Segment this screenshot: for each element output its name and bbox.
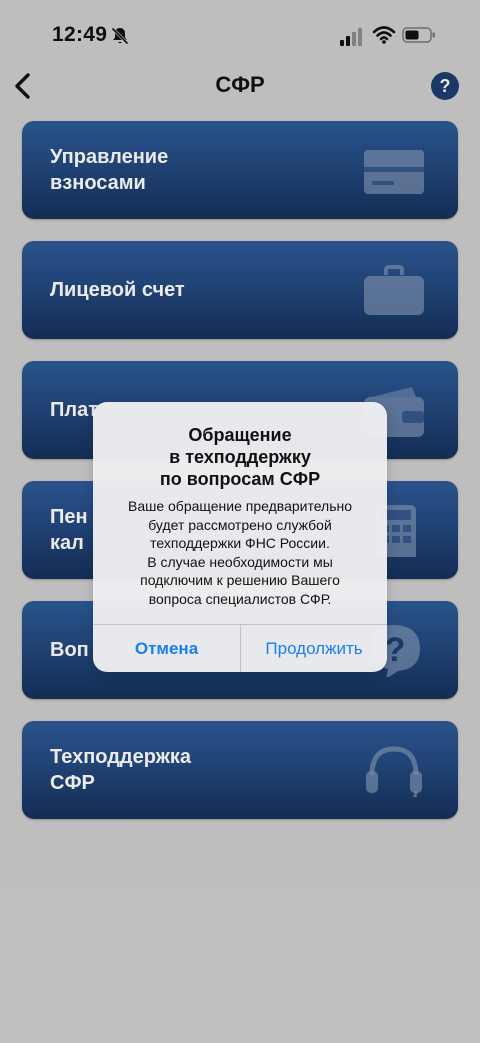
alert-message: Ваше обращение предварительно будет расс… <box>127 498 353 607</box>
alert-title: Обращение в техподдержку по вопросам СФР <box>159 425 321 489</box>
continue-button[interactable]: Продолжить <box>240 625 387 672</box>
alert-dialog: Обращение в техподдержку по вопросам СФР… <box>93 402 387 672</box>
cancel-button[interactable]: Отмена <box>93 625 240 672</box>
alert-button-row: Отмена Продолжить <box>93 624 387 672</box>
